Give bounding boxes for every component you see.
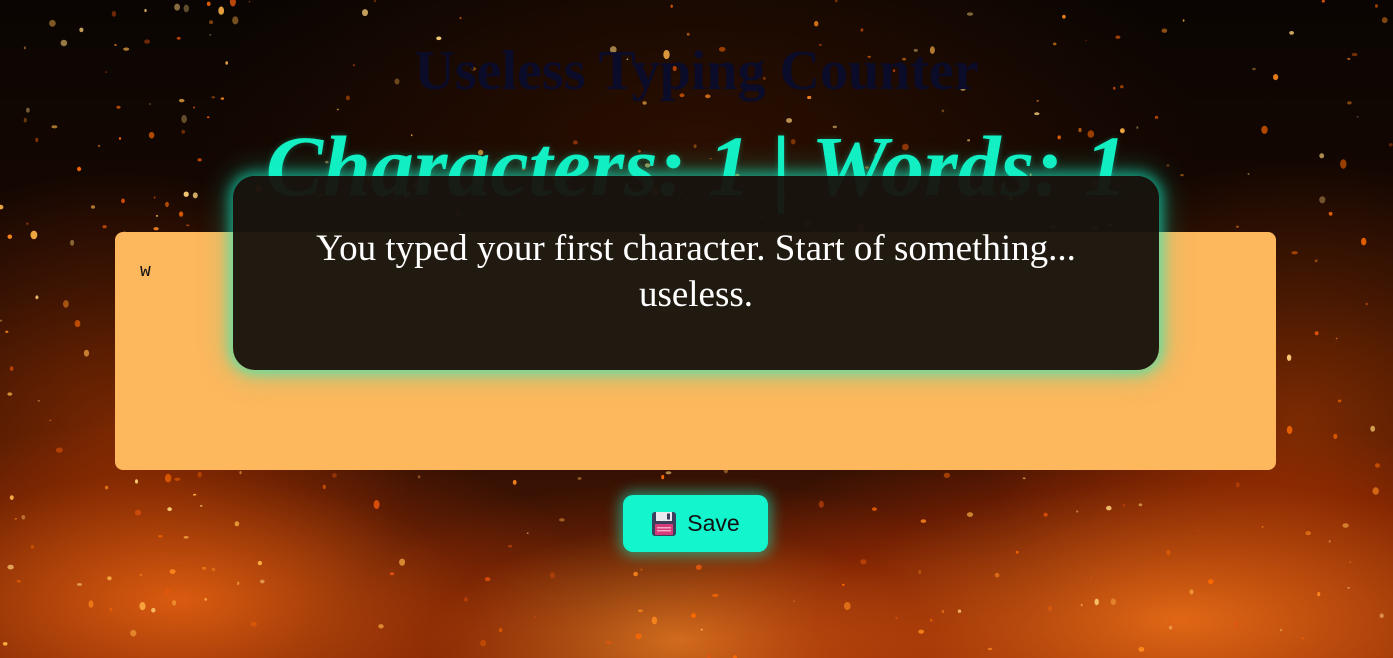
toast-text: You typed your first character. Start of… xyxy=(316,228,1076,315)
save-button-label: Save xyxy=(687,510,740,536)
save-button[interactable]: Save xyxy=(623,495,768,552)
floppy-disk-icon xyxy=(651,511,677,537)
toast-message: You typed your first character. Start of… xyxy=(233,176,1159,370)
page-title: Useless Typing Counter xyxy=(414,40,979,102)
